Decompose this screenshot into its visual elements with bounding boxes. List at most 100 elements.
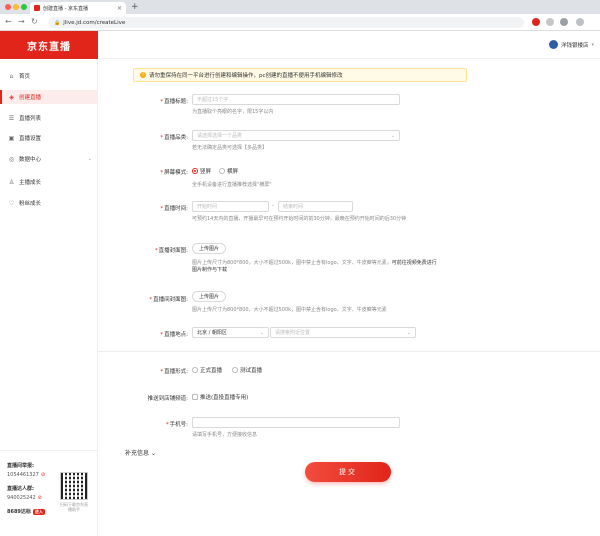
sidebar-item-label: 首页 (19, 74, 31, 80)
submit-button[interactable]: 提交 (305, 462, 391, 482)
copy-icon[interactable]: ⊘ (41, 472, 45, 478)
url-input[interactable]: 🔒 jlive.jd.com/createLive (48, 17, 524, 28)
upload-cover-button[interactable]: 上传图片 (192, 243, 227, 254)
extension-icon[interactable] (532, 18, 540, 26)
radio-icon (232, 367, 238, 373)
ok-label: 8689达标 (7, 509, 31, 515)
phone-label: *手机号: (165, 422, 188, 428)
sidebar-item-label: 直播设置 (19, 136, 42, 142)
join-number-row: 940025242 ⊘ (7, 495, 42, 501)
end-time-placeholder: 结束时间 (283, 204, 304, 210)
browser-tab[interactable]: 创建直播 - 京东直播 × (30, 2, 126, 14)
live-icon: ◈ (9, 93, 14, 101)
shop-switcher[interactable]: 洋钱银楼店 ▾ (548, 40, 594, 49)
menu-icon[interactable] (576, 18, 584, 26)
room-cover-hint: 图片上传尺寸为800*800，大小不超过500k，图中禁止含有logo、文字、牛… (192, 307, 387, 313)
brand-logo[interactable]: 京东直播 (0, 31, 98, 59)
copy-icon[interactable]: ⊘ (38, 495, 42, 501)
sidebar-footer: 直播间举报: 1054461327 ⊘ 直播达人群: 940025242 ⊘ 868… (0, 450, 98, 536)
back-icon[interactable]: ← (5, 17, 12, 27)
screen-mode-hint: 全手机设备进行直播推荐选择"横屏" (192, 182, 272, 188)
sidebar-item-fan-growth[interactable]: ♡ 粉丝成长 (0, 196, 98, 210)
ok-row: 8689达标 进入 (7, 508, 45, 515)
sidebar-item-live-list[interactable]: ☰ 直播列表 (0, 111, 98, 125)
sidebar-item-label: 直播列表 (19, 116, 42, 122)
supplement-toggle[interactable]: 补充信息 ⌄ (125, 448, 156, 457)
lock-icon: 🔒 (54, 19, 61, 26)
location-region-select[interactable]: 北京 / 朝阳区 ⌄ (192, 327, 269, 338)
maximize-window-icon[interactable] (21, 4, 27, 10)
join-number: 940025242 (7, 495, 36, 501)
category-select[interactable]: 请选择选择一个品类 ⌄ (192, 130, 400, 141)
star-icon[interactable] (546, 18, 554, 26)
category-label: *直播品类: (160, 135, 188, 141)
screen-mode-portrait[interactable]: 竖屏 (192, 167, 211, 175)
settings-icon: ▣ (8, 134, 15, 142)
close-window-icon[interactable] (5, 4, 11, 10)
enter-badge[interactable]: 进入 (32, 509, 45, 515)
phone-hint: 请填写手机号，方便接收信息 (192, 432, 258, 438)
forward-icon[interactable]: → (18, 17, 25, 27)
push-label: 推送到店铺频道: (147, 396, 188, 402)
jd-favicon-icon (34, 5, 40, 11)
data-icon: ◎ (8, 155, 15, 163)
location-search-input[interactable]: 请搜索附近位置 ⌄ (270, 327, 416, 338)
chevron-down-icon: ⌄ (87, 156, 92, 162)
checkbox-icon (192, 394, 198, 400)
end-time-input[interactable]: 结束时间 (278, 201, 353, 212)
notice-text: 请勿重保持在同一平台进行创建和编辑操作，pc创建的直播不便用手机编辑修改 (149, 73, 343, 79)
sidebar-item-create-live[interactable]: ◈ 创建直播 (0, 90, 98, 104)
sidebar-item-live-settings[interactable]: ▣ 直播设置 (0, 131, 98, 145)
minimize-window-icon[interactable] (13, 4, 19, 10)
radio-selected-icon (192, 168, 198, 174)
screen-mode-label: *屏幕模式: (160, 170, 188, 176)
title-hint: 为直播取个亮眼的名字，限15字以内 (192, 109, 274, 115)
upload-room-cover-button[interactable]: 上传图片 (192, 291, 227, 302)
profile-icon[interactable] (560, 18, 568, 26)
new-tab-button[interactable]: + (131, 2, 139, 12)
title-label: *直播标题: (160, 99, 188, 105)
sidebar-item-label: 数据中心 (19, 157, 42, 163)
tab-title: 创建直播 - 京东直播 (43, 5, 88, 12)
chevron-down-icon: ▾ (591, 41, 594, 48)
sidebar-item-anchor-growth[interactable]: ♙ 主播成长 (0, 175, 98, 189)
reload-icon[interactable]: ↻ (31, 17, 38, 27)
live-type-test[interactable]: 测试直播 (232, 366, 262, 374)
phone-input[interactable] (192, 417, 400, 428)
sidebar-item-label: 粉丝成长 (19, 201, 42, 207)
screen-mode-landscape[interactable]: 横屏 (219, 167, 238, 175)
location-region-value: 北京 / 朝阳区 (197, 330, 227, 336)
live-type-formal[interactable]: 正式直播 (192, 366, 222, 374)
start-time-input[interactable]: 开始时间 (192, 201, 269, 212)
sidebar-item-home[interactable]: ⌂ 首页 (0, 69, 98, 83)
hotline-number: 1054461327 (7, 472, 39, 478)
anchor-icon: ♙ (8, 178, 15, 186)
cover-label: *直播封面图: (154, 248, 188, 254)
shop-avatar (548, 40, 558, 49)
shop-name: 洋钱银楼店 (560, 42, 589, 49)
push-checkbox[interactable]: 推送(直投直播专用) (192, 393, 248, 401)
chevron-down-icon: ⌄ (390, 133, 395, 139)
location-search-placeholder: 请搜索附近位置 (275, 330, 311, 336)
hotline-number-row: 1054461327 ⊘ (7, 472, 45, 478)
radio-icon (219, 168, 225, 174)
time-label: *直播时间: (160, 206, 188, 212)
address-bar: ← → ↻ 🔒 jlive.jd.com/createLive (0, 14, 600, 31)
sidebar: ⌂ 首页 ◈ 创建直播 ☰ 直播列表 ▣ 直播设置 ◎ 数据中心 ⌄ ♙ 主播成… (0, 59, 98, 536)
chevron-down-icon: ⌄ (150, 450, 156, 457)
live-type-label: *直播形式: (160, 369, 188, 375)
title-input[interactable]: 不超过15个字 (192, 94, 400, 105)
section-divider (98, 351, 600, 352)
start-time-placeholder: 开始时间 (197, 204, 218, 210)
warning-icon: ! (140, 72, 146, 78)
radio-icon (192, 367, 198, 373)
sidebar-item-label: 创建直播 (19, 95, 42, 101)
tab-close-icon[interactable]: × (117, 5, 122, 12)
qr-caption: 扫码下载京东直播助手 (60, 502, 88, 512)
join-group-label: 直播达人群: (7, 486, 35, 492)
url-text: jlive.jd.com/createLive (63, 19, 126, 26)
hotline-label: 直播间举报: (7, 463, 35, 469)
chevron-down-icon: ⌄ (406, 330, 411, 336)
sidebar-item-data-center[interactable]: ◎ 数据中心 ⌄ (0, 152, 98, 166)
list-icon: ☰ (8, 114, 15, 122)
